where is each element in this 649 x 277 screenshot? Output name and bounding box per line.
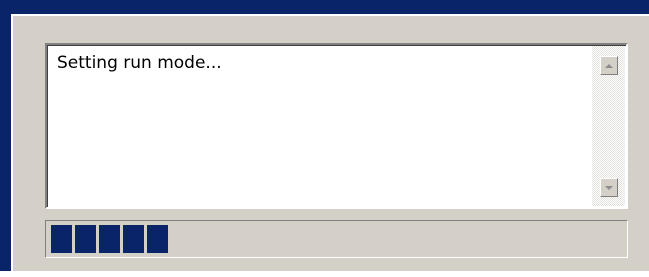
progress-block <box>51 225 72 253</box>
progress-block <box>147 225 168 253</box>
progress-block <box>99 225 120 253</box>
scroll-up-button[interactable] <box>600 56 618 75</box>
window-frame-bottom <box>0 271 649 277</box>
progress-block <box>123 225 144 253</box>
progress-bar-fill <box>51 225 168 253</box>
progress-block <box>75 225 96 253</box>
status-log-text: Setting run mode... <box>57 53 222 73</box>
window-frame-left <box>0 0 11 277</box>
progress-dialog: Setting run mode... <box>0 0 649 277</box>
progress-bar <box>45 220 628 258</box>
scroll-down-button[interactable] <box>600 178 618 197</box>
scroll-up-arrow-icon <box>605 63 613 68</box>
window-frame-top <box>0 0 649 14</box>
scroll-down-arrow-icon <box>605 185 613 190</box>
status-log-textbox[interactable]: Setting run mode... <box>45 43 628 209</box>
vertical-scrollbar[interactable] <box>592 46 625 206</box>
